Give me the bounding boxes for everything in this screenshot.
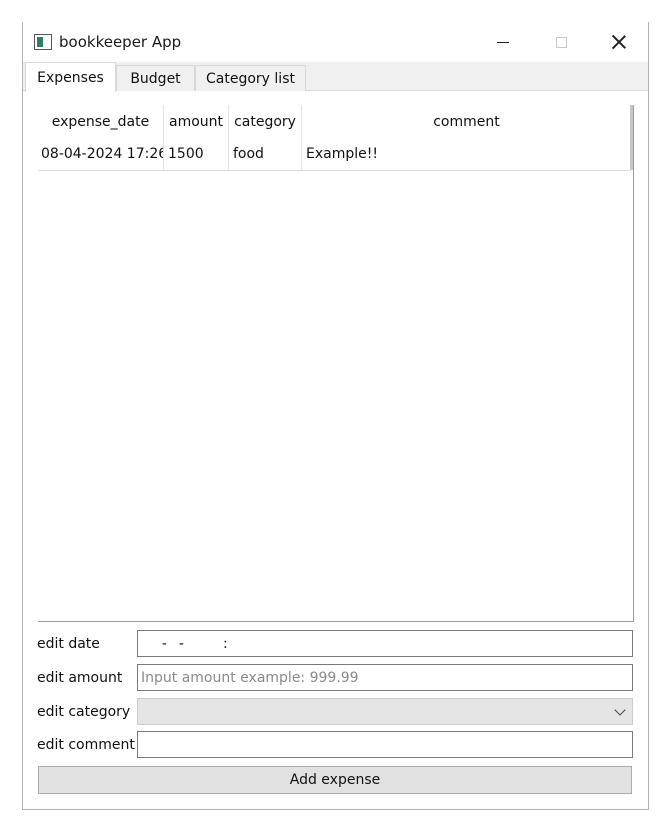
edit-date-field[interactable]: - - :	[137, 630, 633, 657]
minimize-button[interactable]	[474, 22, 532, 62]
cell-amount[interactable]: 1500	[164, 138, 229, 170]
title-bar[interactable]: bookkeeper App	[23, 22, 648, 62]
edit-date-value: - - :	[151, 635, 240, 652]
table-scrollbar[interactable]	[630, 105, 633, 170]
edit-category-label: edit category	[37, 704, 131, 720]
table-row[interactable]: 08-04-2024 17:26 1500 food Example!!	[38, 138, 631, 171]
main-window: bookkeeper App Expenses Budget Category …	[22, 22, 649, 810]
tab-category-list[interactable]: Category list	[195, 65, 306, 91]
column-header-comment[interactable]: comment	[302, 105, 631, 138]
edit-amount-label: edit amount	[37, 670, 123, 686]
expenses-table[interactable]: expense_date amount category comment 08-…	[38, 105, 634, 622]
edit-comment-label: edit comment	[37, 737, 135, 753]
edit-comment-input[interactable]	[141, 732, 632, 757]
app-window-icon	[34, 34, 52, 50]
edit-date-label: edit date	[37, 636, 100, 652]
edit-amount-input[interactable]	[141, 665, 632, 690]
add-expense-button[interactable]: Add expense	[38, 766, 632, 794]
minimize-icon	[497, 41, 509, 43]
table-header: expense_date amount category comment	[38, 105, 631, 138]
edit-category-select[interactable]	[137, 698, 633, 725]
chevron-down-icon	[614, 704, 626, 716]
close-button[interactable]	[590, 22, 648, 62]
column-header-category[interactable]: category	[229, 105, 302, 138]
column-header-expense-date[interactable]: expense_date	[38, 105, 164, 138]
maximize-button[interactable]	[532, 22, 590, 62]
edit-amount-field	[137, 664, 633, 691]
tab-budget[interactable]: Budget	[116, 65, 195, 91]
cell-expense-date[interactable]: 08-04-2024 17:26	[38, 138, 164, 170]
column-header-amount[interactable]: amount	[164, 105, 229, 138]
cell-comment[interactable]: Example!!	[302, 138, 631, 170]
maximize-icon	[555, 36, 567, 48]
tab-expenses[interactable]: Expenses	[25, 62, 116, 92]
tab-bar: Expenses Budget Category list	[23, 62, 648, 92]
cell-category[interactable]: food	[229, 138, 302, 170]
close-icon	[612, 35, 626, 49]
edit-comment-field	[137, 731, 633, 758]
window-title: bookkeeper App	[59, 33, 182, 51]
